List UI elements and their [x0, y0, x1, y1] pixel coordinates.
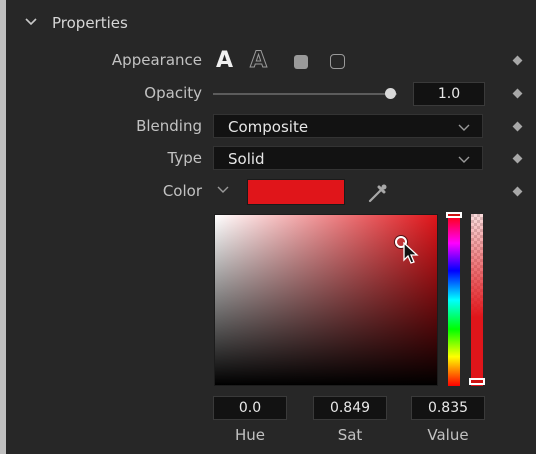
type-label: Type	[167, 149, 202, 167]
type-dropdown[interactable]: Solid	[213, 146, 483, 170]
chevron-down-icon	[458, 156, 470, 163]
color-swatch[interactable]	[247, 179, 345, 205]
eyedropper-icon[interactable]	[366, 181, 390, 205]
text-outline-icon[interactable]: A	[249, 48, 267, 74]
color-label: Color	[162, 182, 202, 200]
hue-slider-handle[interactable]	[446, 212, 462, 218]
blending-label: Blending	[136, 117, 202, 135]
properties-panel: Properties Appearance A A Opacity 1.0 Bl…	[6, 0, 536, 454]
opacity-input[interactable]: 1.0	[413, 82, 485, 106]
text-solid-icon[interactable]: A	[216, 48, 233, 74]
blending-dropdown[interactable]: Composite	[213, 114, 483, 138]
keyframe-appearance-icon[interactable]	[512, 55, 523, 66]
opacity-label: Opacity	[144, 84, 202, 102]
sat-input[interactable]: 0.849	[313, 396, 387, 420]
value-slider-handle[interactable]	[469, 378, 485, 385]
value-label: Value	[427, 426, 469, 444]
rounded-box-solid-icon[interactable]	[294, 55, 308, 69]
section-title[interactable]: Properties	[52, 14, 128, 32]
value-slider[interactable]	[471, 214, 483, 386]
keyframe-type-icon[interactable]	[512, 153, 523, 164]
hue-label: Hue	[234, 426, 265, 444]
keyframe-opacity-icon[interactable]	[512, 88, 523, 99]
value-input[interactable]: 0.835	[411, 396, 485, 420]
blending-value: Composite	[228, 118, 309, 136]
keyframe-color-icon[interactable]	[512, 186, 523, 197]
hue-input[interactable]: 0.0	[213, 396, 287, 420]
rounded-box-outline-icon[interactable]	[330, 54, 345, 69]
chevron-down-icon	[458, 124, 470, 131]
chevron-down-icon[interactable]	[217, 183, 229, 195]
opacity-slider-track[interactable]	[213, 93, 397, 95]
type-value: Solid	[228, 150, 265, 168]
mouse-cursor-icon	[403, 242, 419, 264]
keyframe-blending-icon[interactable]	[512, 121, 523, 132]
opacity-slider-knob[interactable]	[385, 88, 396, 99]
sat-label: Sat	[337, 426, 363, 444]
hue-slider[interactable]	[448, 214, 460, 386]
chevron-down-icon[interactable]	[24, 15, 38, 29]
appearance-label: Appearance	[111, 51, 202, 69]
